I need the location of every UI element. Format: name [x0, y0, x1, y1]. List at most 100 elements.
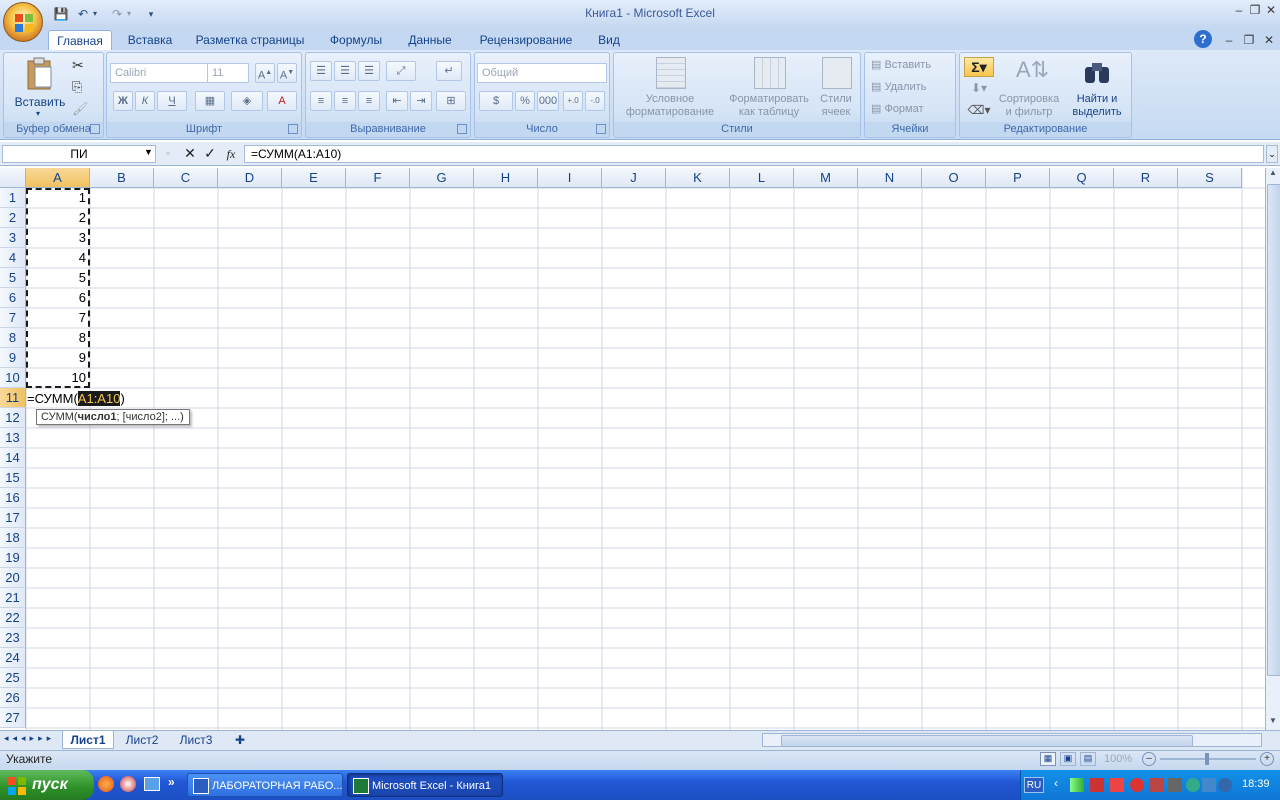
font-name-combo[interactable]: Calibri — [110, 63, 208, 83]
enter-icon[interactable]: ✓ — [202, 145, 218, 163]
zoom-slider-thumb[interactable] — [1205, 753, 1209, 765]
tab-formulas[interactable]: Формулы — [322, 30, 390, 50]
column-header-d[interactable]: D — [218, 168, 282, 188]
worksheet-grid[interactable] — [0, 168, 1265, 730]
tab-page-layout[interactable]: Разметка страницы — [190, 30, 310, 50]
format-as-table-button[interactable]: Форматировать как таблицу — [724, 57, 814, 121]
formula-input[interactable]: =СУММ(A1:A10) — [244, 145, 1264, 163]
function-tooltip[interactable]: СУММ(число1; [число2]; ...) — [36, 409, 190, 425]
row-header-15[interactable]: 15 — [0, 468, 26, 488]
insert-function-icon[interactable]: fx — [222, 145, 240, 163]
expand-formula-bar-icon[interactable]: ⌄ — [1266, 145, 1278, 163]
office-button[interactable] — [3, 2, 43, 42]
tray-app-icon-6[interactable] — [1202, 778, 1216, 792]
zoom-out-icon[interactable]: – — [1142, 752, 1156, 766]
antivirus-icon[interactable] — [1130, 778, 1144, 792]
merge-center-icon[interactable]: ⊞ — [436, 91, 466, 111]
font-launcher-icon[interactable] — [288, 124, 298, 134]
sheet-tab-1[interactable]: Лист1 — [62, 731, 114, 749]
horizontal-scrollbar[interactable] — [762, 733, 1262, 747]
vertical-scroll-thumb[interactable] — [1267, 184, 1280, 676]
row-header-4[interactable]: 4 — [0, 248, 26, 268]
row-header-11[interactable]: 11 — [0, 388, 26, 408]
wrap-text-icon[interactable]: ↵ — [436, 61, 462, 81]
row-header-14[interactable]: 14 — [0, 448, 26, 468]
currency-icon[interactable]: $ — [479, 91, 513, 111]
sheet-nav-icons[interactable]: ◂◂◂▸▸▸ — [4, 733, 60, 747]
language-indicator[interactable]: RU — [1024, 777, 1044, 793]
row-header-26[interactable]: 26 — [0, 688, 26, 708]
name-box[interactable]: ПИ — [2, 145, 156, 163]
copy-icon[interactable]: ⎘ — [72, 79, 90, 97]
doc-close-icon[interactable]: ✕ — [1258, 32, 1280, 48]
doc-restore-icon[interactable]: ❐ — [1238, 32, 1260, 48]
number-format-combo[interactable]: Общий — [477, 63, 607, 83]
column-header-f[interactable]: F — [346, 168, 410, 188]
taskbar-item-word[interactable]: ЛАБОРАТОРНАЯ РАБО... — [187, 773, 343, 797]
find-select-button[interactable]: Найти и выделить — [1064, 57, 1130, 121]
page-layout-view-icon[interactable]: ▣ — [1060, 752, 1076, 766]
row-header-19[interactable]: 19 — [0, 548, 26, 568]
decrease-indent-icon[interactable]: ⇤ — [386, 91, 408, 111]
italic-button[interactable]: К — [135, 91, 155, 111]
column-header-e[interactable]: E — [282, 168, 346, 188]
help-icon[interactable]: ? — [1194, 30, 1212, 48]
tray-app-icon-3[interactable] — [1150, 778, 1164, 792]
align-center-icon[interactable]: ≡ — [334, 91, 356, 111]
align-top-icon[interactable]: ☰ — [310, 61, 332, 81]
clear-icon[interactable]: ⌫▾ — [964, 103, 994, 121]
row-header-7[interactable]: 7 — [0, 308, 26, 328]
column-header-m[interactable]: M — [794, 168, 858, 188]
column-header-a[interactable]: A — [26, 168, 90, 188]
delete-cells-button[interactable]: ▤ Удалить — [871, 81, 955, 94]
show-desktop-icon[interactable] — [144, 777, 160, 791]
column-header-p[interactable]: P — [986, 168, 1050, 188]
font-size-combo[interactable]: 11 — [207, 63, 249, 83]
row-header-22[interactable]: 22 — [0, 608, 26, 628]
insert-cells-button[interactable]: ▤ Вставить — [871, 59, 955, 72]
close-icon[interactable]: ✕ — [1260, 2, 1280, 18]
align-middle-icon[interactable]: ☰ — [334, 61, 356, 81]
row-header-17[interactable]: 17 — [0, 508, 26, 528]
shrink-font-icon[interactable]: A▼ — [277, 63, 297, 83]
decrease-decimal-icon[interactable]: -.0 — [585, 91, 605, 111]
column-header-n[interactable]: N — [858, 168, 922, 188]
column-header-o[interactable]: O — [922, 168, 986, 188]
fill-icon[interactable]: ⬇▾ — [964, 81, 994, 99]
column-header-k[interactable]: K — [666, 168, 730, 188]
conditional-formatting-button[interactable]: Условное форматирование — [616, 57, 724, 121]
network-icon[interactable] — [1070, 778, 1084, 792]
scroll-down-icon[interactable]: ▼ — [1267, 716, 1279, 728]
taskbar-item-excel[interactable]: Microsoft Excel - Книга1 — [347, 773, 503, 797]
row-header-5[interactable]: 5 — [0, 268, 26, 288]
align-right-icon[interactable]: ≡ — [358, 91, 380, 111]
row-header-3[interactable]: 3 — [0, 228, 26, 248]
borders-icon[interactable]: ▦ — [195, 91, 225, 111]
column-header-c[interactable]: C — [154, 168, 218, 188]
normal-view-icon[interactable]: ▦ — [1040, 752, 1056, 766]
column-header-i[interactable]: I — [538, 168, 602, 188]
row-header-10[interactable]: 10 — [0, 368, 26, 388]
row-header-20[interactable]: 20 — [0, 568, 26, 588]
row-header-1[interactable]: 1 — [0, 188, 26, 208]
column-header-j[interactable]: J — [602, 168, 666, 188]
cell-styles-button[interactable]: Стили ячеек — [814, 57, 858, 121]
tray-app-icon-1[interactable] — [1090, 778, 1104, 792]
fill-color-icon[interactable]: ◈ — [231, 91, 263, 111]
align-bottom-icon[interactable]: ☰ — [358, 61, 380, 81]
row-header-12[interactable]: 12 — [0, 408, 26, 428]
tray-expand-icon[interactable]: ‹ — [1054, 776, 1058, 790]
tray-app-icon-4[interactable] — [1168, 778, 1182, 792]
column-header-q[interactable]: Q — [1050, 168, 1114, 188]
grow-font-icon[interactable]: A▲ — [255, 63, 275, 83]
tray-app-icon-2[interactable] — [1110, 778, 1124, 792]
column-header-g[interactable]: G — [410, 168, 474, 188]
orientation-icon[interactable]: ⤢ — [386, 61, 416, 81]
row-header-16[interactable]: 16 — [0, 488, 26, 508]
row-header-25[interactable]: 25 — [0, 668, 26, 688]
tab-view[interactable]: Вид — [590, 30, 628, 50]
format-painter-icon[interactable]: 🖌 — [72, 101, 90, 119]
underline-button[interactable]: Ч — [157, 91, 187, 111]
save-icon[interactable]: 💾 — [50, 5, 72, 23]
row-header-2[interactable]: 2 — [0, 208, 26, 228]
